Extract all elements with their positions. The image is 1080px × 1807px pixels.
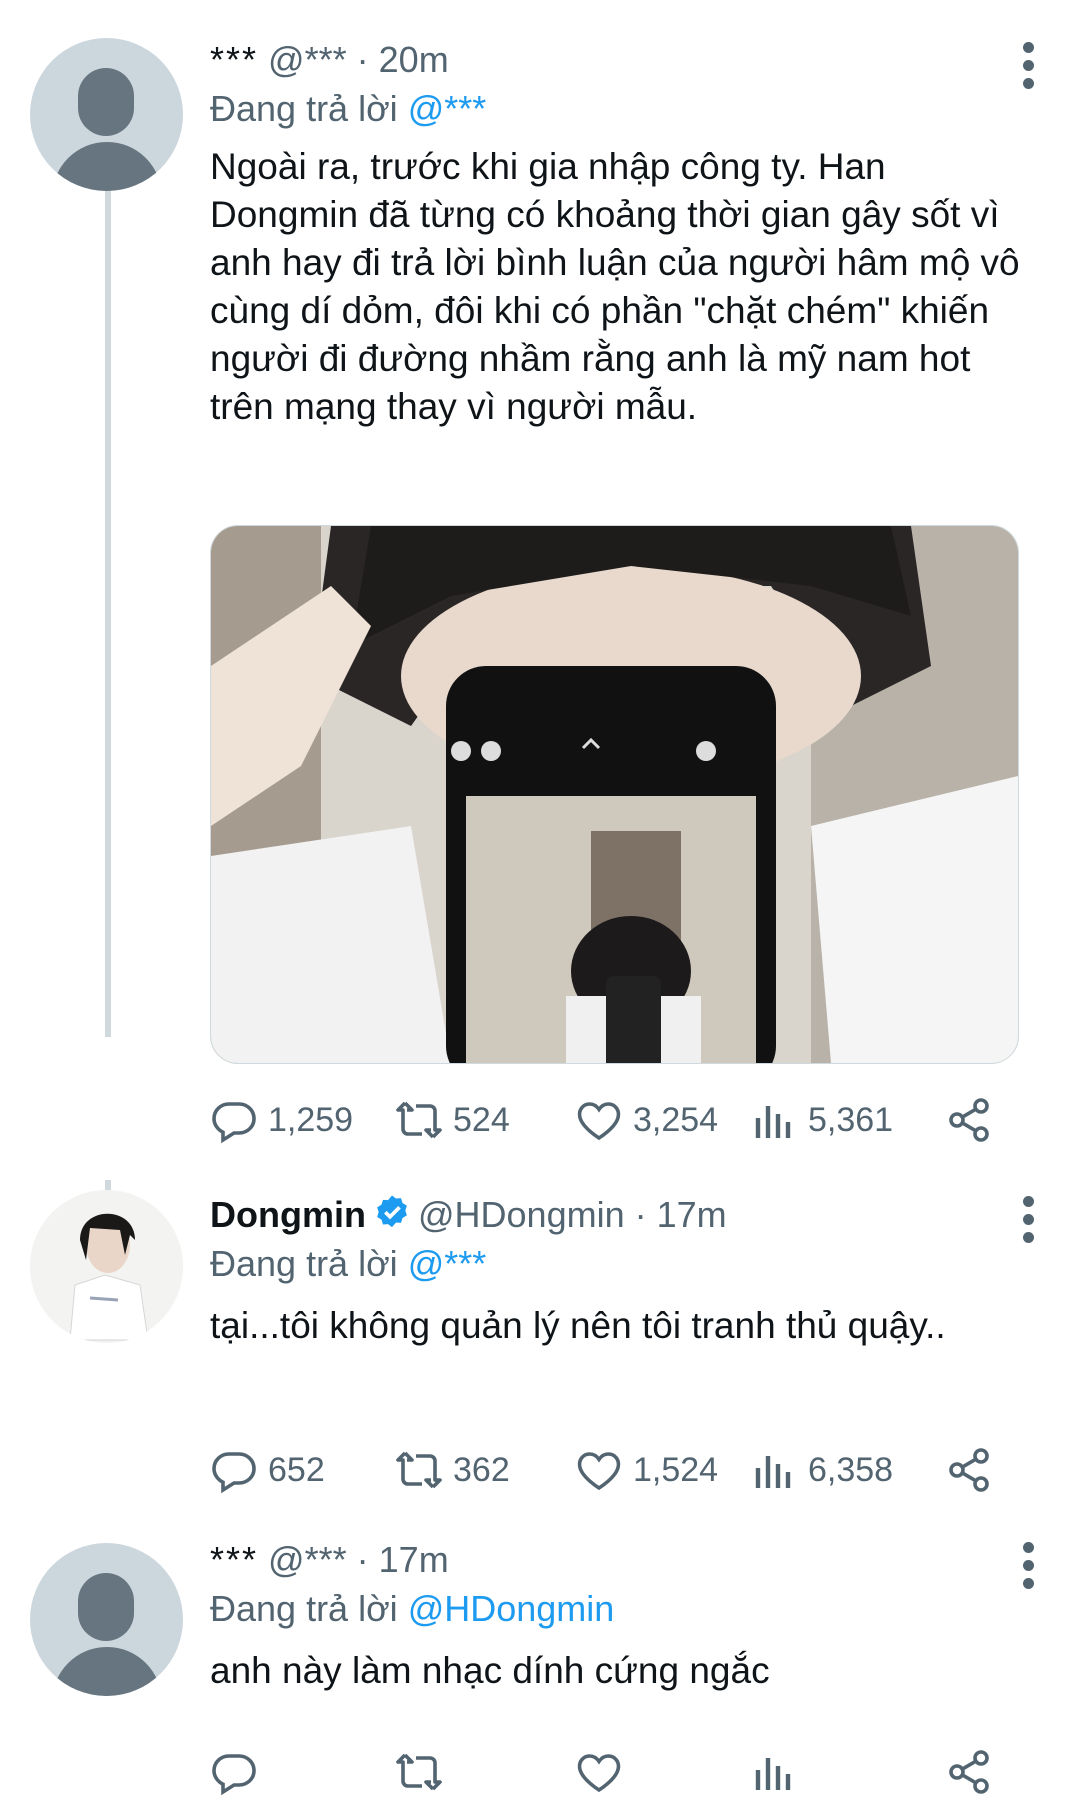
views-button[interactable]: 6,358 (750, 1440, 893, 1500)
display-name[interactable]: *** (210, 1539, 258, 1580)
share-button[interactable] (945, 1742, 1003, 1802)
replying-prefix: Đang trả lời (210, 1588, 398, 1629)
avatar-placeholder-body (52, 1647, 162, 1696)
retweet-button[interactable] (395, 1742, 453, 1802)
separator: · (356, 39, 369, 80)
timestamp[interactable]: 20m (379, 39, 449, 80)
views-icon (755, 1758, 791, 1790)
like-count: 3,254 (633, 1100, 719, 1139)
replying-to: Đang trả lời @HDongmin (210, 1585, 1040, 1633)
retweet-button[interactable]: 524 (395, 1090, 510, 1150)
views-icon (755, 1456, 791, 1488)
avatar-placeholder-body (52, 142, 162, 191)
verified-badge-icon (377, 1195, 407, 1228)
share-icon (949, 1448, 989, 1492)
reply-icon (212, 1102, 256, 1144)
reply-icon (212, 1452, 256, 1494)
replying-to: Đang trả lời @*** (210, 1240, 1040, 1288)
views-button[interactable] (750, 1742, 808, 1802)
reply-button[interactable] (210, 1742, 268, 1802)
share-icon (949, 1750, 989, 1794)
tweet-header: *** @*** · 17m (210, 1535, 1040, 1585)
tweet-text: tại...tôi không quản lý nên tôi tranh th… (210, 1305, 946, 1346)
heart-icon (577, 1754, 621, 1793)
reply-button[interactable]: 1,259 (210, 1090, 353, 1150)
replying-prefix: Đang trả lời (210, 1243, 398, 1284)
reply-icon (212, 1754, 256, 1796)
retweet-icon (396, 1101, 442, 1139)
separator: · (356, 1539, 369, 1580)
separator: · (634, 1194, 647, 1235)
mention-link[interactable]: @HDongmin (408, 1588, 615, 1629)
view-count: 5,361 (808, 1100, 894, 1139)
tweet-header: *** @*** · 20m (210, 35, 1040, 85)
like-button[interactable]: 3,254 (575, 1090, 718, 1150)
replying-prefix: Đang trả lời (210, 88, 398, 129)
mention-link[interactable]: @*** (408, 1243, 487, 1284)
tweet-text: Ngoài ra, trước khi gia nhập công ty. Ha… (210, 146, 1030, 427)
reply-count: 652 (268, 1450, 325, 1489)
thread-line (105, 172, 111, 1037)
replying-to: Đang trả lời @*** (210, 85, 1040, 133)
share-icon (949, 1098, 989, 1142)
avatar-placeholder-head (78, 68, 134, 136)
tweet-text: anh này làm nhạc dính cứng ngắc (210, 1650, 770, 1691)
tweet-photo[interactable] (210, 525, 1019, 1064)
share-button[interactable] (945, 1090, 1003, 1150)
tweet-header: Dongmin @HDongmin · 17m (210, 1190, 1040, 1240)
more-vertical-icon[interactable] (1023, 42, 1035, 96)
like-count: 1,524 (633, 1450, 719, 1489)
handle[interactable]: @*** (268, 1539, 347, 1580)
display-name[interactable]: Dongmin (210, 1194, 366, 1235)
retweet-icon (396, 1753, 442, 1791)
heart-icon (577, 1452, 621, 1491)
like-button[interactable] (575, 1742, 633, 1802)
retweet-icon (396, 1451, 442, 1489)
reply-count: 1,259 (268, 1100, 354, 1139)
retweet-count: 524 (453, 1100, 510, 1139)
like-button[interactable]: 1,524 (575, 1440, 718, 1500)
selfie-photo (211, 526, 1018, 1063)
avatar[interactable] (30, 38, 183, 191)
retweet-count: 362 (453, 1450, 510, 1489)
display-name[interactable]: *** (210, 39, 258, 80)
tweet-body: Dongmin @HDongmin · 17m Đang trả lời @***… (210, 1190, 1040, 1350)
tweet-actions (210, 1742, 1010, 1802)
mention-link[interactable]: @*** (408, 88, 487, 129)
more-vertical-icon[interactable] (1023, 1196, 1035, 1250)
avatar-placeholder-head (78, 1573, 134, 1641)
avatar[interactable] (30, 1190, 183, 1343)
reply-button[interactable]: 652 (210, 1440, 325, 1500)
handle[interactable]: @HDongmin (418, 1194, 625, 1235)
avatar[interactable] (30, 1543, 183, 1696)
more-vertical-icon[interactable] (1023, 1542, 1035, 1596)
timestamp[interactable]: 17m (657, 1194, 727, 1235)
share-button[interactable] (945, 1440, 1003, 1500)
tweet-actions: 652 362 1,524 6,358 (210, 1440, 1010, 1500)
views-icon (755, 1106, 791, 1138)
profile-photo (30, 1190, 183, 1343)
timestamp[interactable]: 17m (379, 1539, 449, 1580)
tweet-body: *** @*** · 17m Đang trả lời @HDongmin an… (210, 1535, 1040, 1695)
tweet-body: *** @*** · 20m Đang trả lời @*** Ngoài r… (210, 35, 1040, 431)
views-button[interactable]: 5,361 (750, 1090, 893, 1150)
heart-icon (577, 1102, 621, 1141)
tweet-actions: 1,259 524 3,254 5,361 (210, 1090, 1010, 1150)
handle[interactable]: @*** (268, 39, 347, 80)
view-count: 6,358 (808, 1450, 894, 1489)
retweet-button[interactable]: 362 (395, 1440, 510, 1500)
